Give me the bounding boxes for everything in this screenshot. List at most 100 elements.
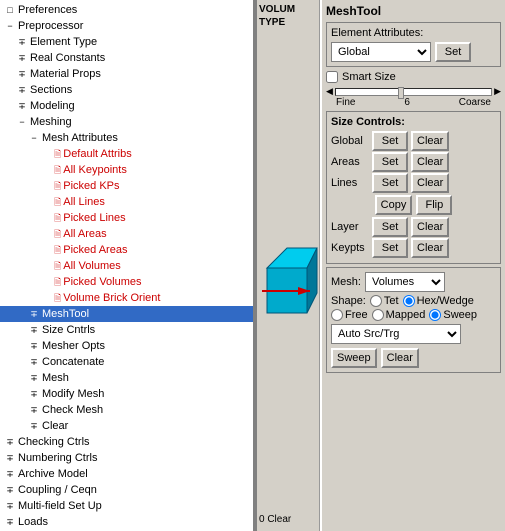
tree-item-element-type[interactable]: ∓ Element Type <box>0 34 253 50</box>
element-set-button[interactable]: Set <box>435 42 471 62</box>
tree-item-modeling[interactable]: ∓ Modeling <box>0 98 253 114</box>
expand-icon: ∓ <box>4 468 16 480</box>
tree-item-mesher-opts[interactable]: ∓ Mesher Opts <box>0 338 253 354</box>
tree-item-picked-areas[interactable]: 🗎 Picked Areas <box>0 242 253 258</box>
tree-item-sections[interactable]: ∓ Sections <box>0 82 253 98</box>
doc-icon: 🗎 <box>54 195 61 209</box>
flip-button[interactable]: Flip <box>416 195 452 215</box>
areas-row-label: Areas <box>331 156 369 168</box>
expand-icon: ∓ <box>4 500 16 512</box>
tree-item-coupling-ceqn[interactable]: ∓ Coupling / Ceqn <box>0 482 253 498</box>
tree-item-all-volumes[interactable]: 🗎 All Volumes <box>0 258 253 274</box>
areas-set-btn[interactable]: Set <box>372 152 408 172</box>
left-arrow-icon[interactable]: ◀ <box>326 86 333 97</box>
tree-label: Real Constants <box>30 51 105 65</box>
mesh-select[interactable]: Volumes <box>365 272 445 292</box>
tree-item-meshing[interactable]: − Meshing <box>0 114 253 130</box>
doc-icon: 🗎 <box>54 243 61 257</box>
lines-clear-btn[interactable]: Clear <box>411 173 449 193</box>
tree-item-preprocessor[interactable]: − Preprocessor <box>0 18 253 34</box>
tree-label: Meshing <box>30 115 72 129</box>
slider-thumb[interactable] <box>398 87 404 99</box>
expand-icon: − <box>28 132 40 144</box>
tree-label: Archive Model <box>18 467 88 481</box>
tree-item-volume-brick[interactable]: 🗎 Volume Brick Orient <box>0 290 253 306</box>
global-row-label: Global <box>331 135 369 147</box>
smart-size-checkbox[interactable] <box>326 71 338 83</box>
smart-size-row: Smart Size <box>326 71 501 83</box>
lines-set-btn[interactable]: Set <box>372 173 408 193</box>
sweep-button[interactable]: Sweep <box>331 348 377 368</box>
element-attributes-label: Element Attributes: <box>331 27 496 39</box>
right-arrow-icon[interactable]: ▶ <box>494 86 501 97</box>
bottom-count: 0 Clear <box>259 514 291 525</box>
keypts-controls-row: Keypts Set Clear <box>331 238 496 258</box>
tree-item-mesh-attributes[interactable]: − Mesh Attributes <box>0 130 253 146</box>
size-controls-label: Size Controls: <box>331 116 496 128</box>
tree-label: Sections <box>30 83 72 97</box>
keypts-row-label: Keypts <box>331 242 369 254</box>
global-clear-btn[interactable]: Clear <box>411 131 449 151</box>
tree-item-mesh[interactable]: ∓ Mesh <box>0 370 253 386</box>
expand-icon: ∓ <box>16 100 28 112</box>
slider-track[interactable] <box>335 88 492 96</box>
tree-item-real-constants[interactable]: ∓ Real Constants <box>0 50 253 66</box>
keypts-set-btn[interactable]: Set <box>372 238 408 258</box>
tree-label: Picked Volumes <box>63 275 141 289</box>
tree-item-clear[interactable]: ∓ Clear <box>0 418 253 434</box>
keypts-clear-btn[interactable]: Clear <box>411 238 449 258</box>
tree-item-material-props[interactable]: ∓ Material Props <box>0 66 253 82</box>
tree-item-check-mesh[interactable]: ∓ Check Mesh <box>0 402 253 418</box>
copy-button[interactable]: Copy <box>375 195 413 215</box>
tree-label: Preprocessor <box>18 19 83 33</box>
expand-icon: ∓ <box>4 484 16 496</box>
free-radio[interactable] <box>331 309 343 321</box>
tree-item-all-lines[interactable]: 🗎 All Lines <box>0 194 253 210</box>
auto-src-trg-select[interactable]: Auto Src/Trg <box>331 324 461 344</box>
tree-item-preferences[interactable]: □ Preferences <box>0 2 253 18</box>
mesh-section: Mesh: Volumes Shape: Tet Hex/Wedge <box>326 267 501 373</box>
areas-clear-btn[interactable]: Clear <box>411 152 449 172</box>
tree-label: Numbering Ctrls <box>18 451 97 465</box>
tree-item-default-attribs[interactable]: 🗎 Default Attribs <box>0 146 253 162</box>
tree-label: Modify Mesh <box>42 387 104 401</box>
meshtool-header: MeshTool <box>326 4 501 18</box>
mapped-radio[interactable] <box>372 309 384 321</box>
volume-label: VOLUM <box>259 4 317 15</box>
tree-item-picked-kps[interactable]: 🗎 Picked KPs <box>0 178 253 194</box>
expand-icon: ∓ <box>4 452 16 464</box>
tree-label: Concatenate <box>42 355 104 369</box>
tree-item-archive-model[interactable]: ∓ Archive Model <box>0 466 253 482</box>
tree-item-modify-mesh[interactable]: ∓ Modify Mesh <box>0 386 253 402</box>
global-set-btn[interactable]: Set <box>372 131 408 151</box>
tree-item-loads[interactable]: ∓ Loads <box>0 514 253 530</box>
mapped-radio-label: Mapped <box>372 309 426 321</box>
tree-label: Check Mesh <box>42 403 103 417</box>
tree-label: MeshTool <box>42 307 89 321</box>
mapped-label: Mapped <box>386 309 426 321</box>
doc-icon: 🗎 <box>54 291 61 305</box>
tree-item-checking-ctrls[interactable]: ∓ Checking Ctrls <box>0 434 253 450</box>
expand-icon: − <box>4 20 16 32</box>
tet-radio[interactable] <box>370 295 382 307</box>
tree-item-all-keypoints[interactable]: 🗎 All Keypoints <box>0 162 253 178</box>
layer-clear-btn[interactable]: Clear <box>411 217 449 237</box>
tree-item-concatenate[interactable]: ∓ Concatenate <box>0 354 253 370</box>
tree-item-multi-field[interactable]: ∓ Multi-field Set Up <box>0 498 253 514</box>
doc-icon: 🗎 <box>54 275 61 289</box>
tree-item-picked-lines[interactable]: 🗎 Picked Lines <box>0 210 253 226</box>
shape-row: Shape: Tet Hex/Wedge <box>331 295 496 307</box>
layer-set-btn[interactable]: Set <box>372 217 408 237</box>
tree-label: Mesher Opts <box>42 339 105 353</box>
hex-wedge-radio[interactable] <box>403 295 415 307</box>
slider-row: ◀ ▶ <box>326 86 501 97</box>
tree-item-meshtool[interactable]: ∓ MeshTool <box>0 306 253 322</box>
global-select[interactable]: Global <box>331 42 431 62</box>
expand-icon <box>40 180 52 192</box>
tree-item-numbering-ctrls[interactable]: ∓ Numbering Ctrls <box>0 450 253 466</box>
tree-item-size-cntrls[interactable]: ∓ Size Cntrls <box>0 322 253 338</box>
tree-item-all-areas[interactable]: 🗎 All Areas <box>0 226 253 242</box>
clear-mesh-button[interactable]: Clear <box>381 348 419 368</box>
sweep-radio[interactable] <box>429 309 441 321</box>
tree-item-picked-volumes[interactable]: 🗎 Picked Volumes <box>0 274 253 290</box>
